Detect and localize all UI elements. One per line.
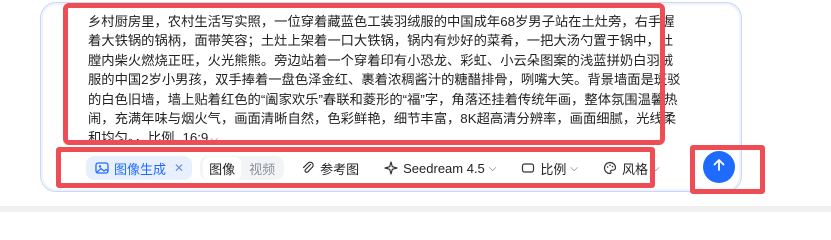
model-select[interactable]: Seedream 4.5 ⌵ [375, 156, 504, 180]
chevron-down-icon: ⌵ [652, 162, 660, 174]
ratio-label: 比例 [540, 161, 567, 177]
image-generation-label: 图像生成 [114, 161, 167, 177]
mode-image-tab[interactable]: 图像 [203, 156, 242, 180]
mode-toggle[interactable]: 图像 视频 [200, 156, 285, 180]
bottom-divider [0, 206, 831, 212]
mode-video-tab[interactable]: 视频 [243, 157, 281, 180]
close-icon[interactable]: ✕ [174, 161, 184, 175]
chevron-down-icon: ⌵ [488, 162, 497, 174]
prompt-text[interactable]: 乡村厨房里，农村生活写实照，一位穿着藏蓝色工装羽绒服的中国成年68岁男子站在土灶… [88, 14, 680, 145]
image-icon [94, 160, 110, 176]
send-button[interactable] [703, 151, 735, 183]
reference-image-button[interactable]: 参考图 [292, 156, 367, 180]
ratio-select[interactable]: 比例 ⌵ [512, 156, 586, 180]
style-select[interactable]: 风格 ⌵ [594, 156, 668, 180]
chevron-down-icon: ⌵ [210, 134, 218, 146]
image-generation-chip[interactable]: 图像生成 ✕ [86, 156, 193, 180]
palette-icon [602, 160, 618, 176]
toolbar: 图像生成 ✕ 图像 视频 参考图 Seedream 4.5 ⌵ 比例 ⌵ 风格 … [86, 155, 668, 181]
ratio-inline-select[interactable]: 16:9 ⌵ [182, 130, 217, 145]
ratio-inline-value: 16:9 [182, 130, 209, 146]
reference-image-label: 参考图 [320, 161, 360, 177]
paperclip-icon [300, 160, 316, 176]
sparkle-icon [383, 160, 399, 176]
chevron-down-icon: ⌵ [570, 162, 578, 174]
style-label: 风格 [622, 161, 649, 177]
arrow-up-icon [711, 157, 727, 178]
aspect-ratio-icon [520, 160, 536, 176]
model-label: Seedream 4.5 [403, 160, 485, 176]
prompt-input[interactable]: 乡村厨房里，农村生活写实照，一位穿着藏蓝色工装羽绒服的中国成年68岁男子站在土灶… [88, 12, 684, 148]
